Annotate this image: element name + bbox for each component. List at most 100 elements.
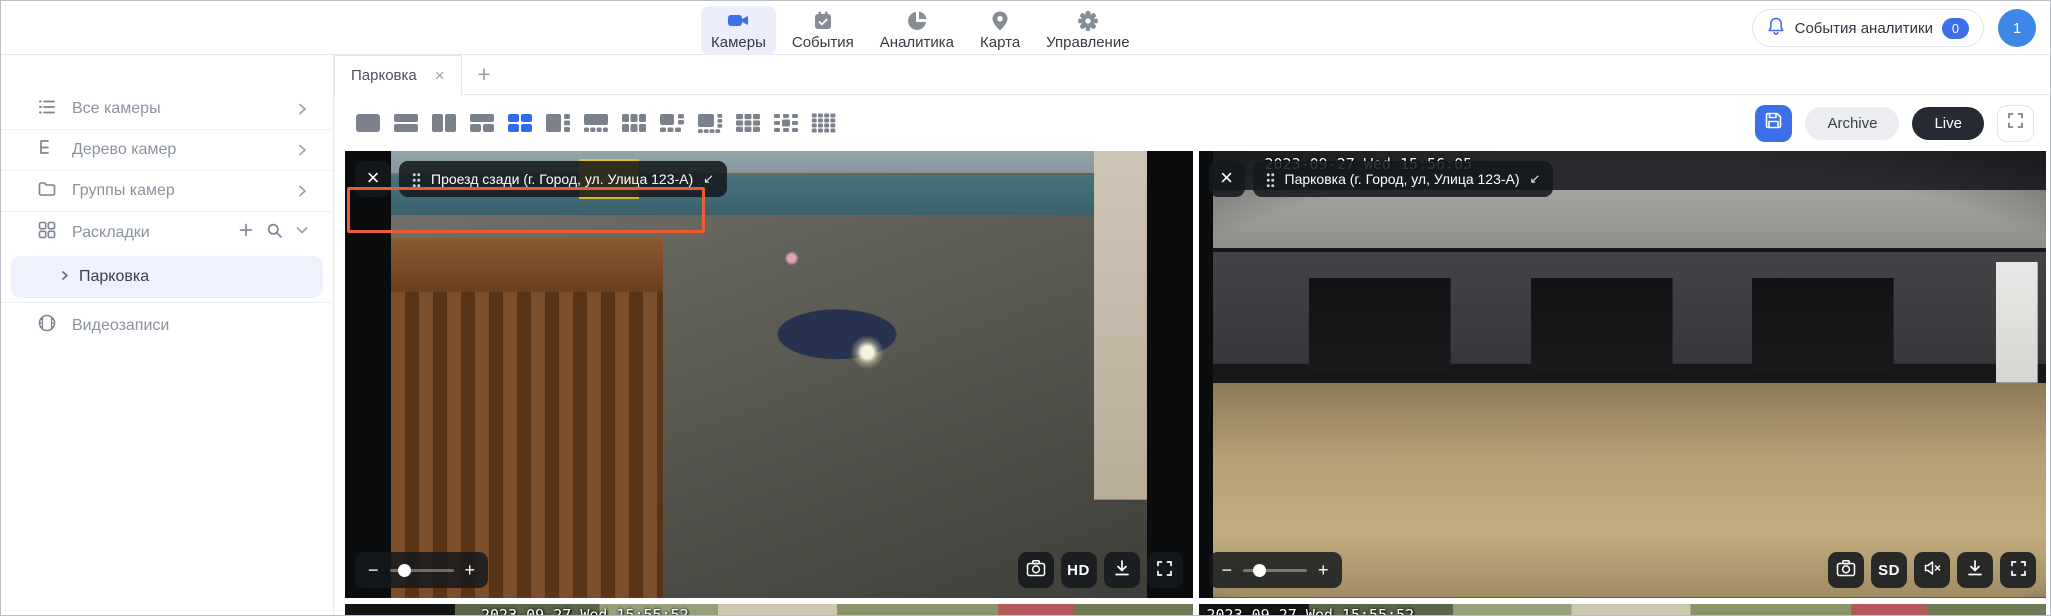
layout-3x2-icon[interactable] (621, 113, 647, 133)
snapshot-button[interactable] (1828, 552, 1864, 588)
sidebar-item-camera-tree[interactable]: Дерево камер (1, 130, 333, 171)
archive-mode-button[interactable]: Archive (1805, 107, 1899, 140)
camera-tile-bottom-right[interactable]: 2023-09-27 Wed 15:55:52 (1199, 604, 2047, 615)
zoom-slider[interactable] (1243, 569, 1307, 572)
header-right-cluster: События аналитики 0 1 (1752, 9, 2036, 47)
events-count-badge: 0 (1942, 18, 1969, 39)
camera-controls: SD (1828, 552, 2036, 588)
zoom-slider[interactable] (390, 569, 454, 572)
map-pin-icon (989, 10, 1011, 32)
fullscreen-icon (2007, 112, 2024, 134)
download-button[interactable] (1957, 552, 1993, 588)
layout-1-plus-8-icon[interactable] (773, 113, 799, 133)
list-icon (37, 97, 57, 122)
nav-label: Карта (980, 34, 1020, 51)
analytics-events-button[interactable]: События аналитики 0 (1752, 9, 1984, 47)
zoom-out-button[interactable]: − (368, 561, 379, 579)
sidebar-item-all-cameras[interactable]: Все камеры (1, 89, 333, 130)
nav-label: Камеры (711, 34, 766, 51)
chevron-right-icon (295, 102, 309, 116)
nav-item-events[interactable]: События (782, 6, 864, 55)
sidebar-item-label: Группы камер (72, 182, 280, 200)
top-header: Камеры События Аналитика Карта (1, 1, 2050, 55)
save-floppy-icon (1764, 111, 1783, 135)
sidebar-item-camera-groups[interactable]: Группы камер (1, 171, 333, 212)
add-tab-button[interactable]: + (462, 55, 506, 94)
bell-icon (1766, 16, 1786, 40)
sidebar-item-layout-parking[interactable]: Парковка (11, 256, 323, 298)
pie-chart-icon (906, 10, 928, 32)
gear-icon (1077, 10, 1099, 32)
nav-label: Управление (1046, 34, 1129, 51)
tab-close-icon[interactable]: × (435, 67, 445, 84)
tile-fullscreen-button[interactable] (1147, 552, 1183, 588)
chevron-right-icon (295, 184, 309, 198)
sidebar-item-layouts[interactable]: Раскладки (1, 212, 333, 253)
main-panel: Парковка × + (334, 55, 2050, 615)
camera-controls: HD (1018, 552, 1183, 588)
layout-presets (355, 113, 837, 133)
layout-1x1-icon[interactable] (355, 113, 381, 133)
save-layout-button[interactable] (1755, 105, 1792, 142)
snapshot-camera-icon (1836, 559, 1856, 581)
camera-feed-image (391, 151, 1147, 598)
sidebar: Все камеры Дерево камер Группы камер (1, 55, 334, 615)
layout-4x4-icon[interactable] (811, 113, 837, 133)
layout-1-plus-4-icon[interactable] (583, 113, 609, 133)
video-camera-icon (725, 10, 751, 32)
user-avatar[interactable]: 1 (1998, 9, 2036, 47)
sidebar-item-label: Парковка (79, 268, 149, 286)
layout-1-plus-2-icon[interactable] (469, 113, 495, 133)
snapshot-button[interactable] (1018, 552, 1054, 588)
quality-toggle-button[interactable]: HD (1061, 552, 1097, 588)
tree-icon (37, 138, 57, 163)
live-mode-button[interactable]: Live (1912, 107, 1984, 140)
fullscreen-icon (2010, 560, 2027, 581)
camera-close-button[interactable]: × (1209, 161, 1245, 197)
camera-title: Проезд сзади (г. Город, ул. Улица 123-А) (431, 171, 693, 187)
layout-toolbar: Archive Live (334, 95, 2050, 151)
nav-item-map[interactable]: Карта (970, 6, 1030, 55)
chevron-right-icon (295, 143, 309, 157)
nav-item-management[interactable]: Управление (1036, 6, 1139, 55)
app-body: Все камеры Дерево камер Группы камер (1, 55, 2050, 615)
sidebar-item-video-records[interactable]: Видеозаписи (1, 302, 333, 348)
quality-toggle-button[interactable]: SD (1871, 552, 1907, 588)
tab-label: Парковка (351, 67, 417, 84)
add-layout-icon[interactable] (238, 222, 254, 243)
download-button[interactable] (1104, 552, 1140, 588)
layout-2x2-icon[interactable] (507, 113, 533, 133)
chevron-down-icon[interactable] (295, 223, 309, 242)
zoom-out-button[interactable]: − (1222, 561, 1233, 579)
chevron-right-small-icon (59, 268, 70, 286)
grid-fullscreen-button[interactable] (1997, 105, 2034, 142)
camera-tile-rear-passage[interactable]: × Проезд сзади (г. Город, ул. Улица 123-… (345, 151, 1193, 598)
layout-2-cols-icon[interactable] (431, 113, 457, 133)
search-icon[interactable] (266, 222, 283, 244)
tab-strip: Парковка × + (334, 55, 2050, 95)
camera-feed-image (345, 604, 1193, 615)
camera-tile-parking[interactable]: 2023-09-27 Wed 15:56:05 × Парковка (г. Г… (1199, 151, 2047, 598)
sidebar-item-label: Дерево камер (72, 141, 280, 159)
camera-close-button[interactable]: × (355, 161, 391, 197)
layout-1-plus-5-icon[interactable] (659, 113, 685, 133)
nav-item-analytics[interactable]: Аналитика (870, 6, 964, 55)
nav-item-cameras[interactable]: Камеры (701, 6, 776, 55)
film-reel-icon (37, 313, 57, 338)
layout-1-plus-3-icon[interactable] (545, 113, 571, 133)
layout-2-rows-icon[interactable] (393, 113, 419, 133)
drag-handle-icon (1266, 171, 1275, 187)
tab-parking[interactable]: Парковка × (334, 55, 462, 95)
toolbar-right: Archive Live (1755, 105, 2034, 142)
layout-1-plus-7-icon[interactable] (697, 113, 723, 133)
camera-title-bar[interactable]: Проезд сзади (г. Город, ул. Улица 123-А)… (399, 161, 727, 197)
zoom-slider-knob[interactable] (398, 564, 411, 577)
camera-title-bar[interactable]: Парковка (г. Город, ул, Улица 123-А) ↙ (1253, 161, 1554, 197)
layout-3x3-icon[interactable] (735, 113, 761, 133)
tile-fullscreen-button[interactable] (2000, 552, 2036, 588)
mute-button[interactable] (1914, 552, 1950, 588)
zoom-in-button[interactable]: + (465, 561, 476, 579)
zoom-in-button[interactable]: + (1318, 561, 1329, 579)
zoom-slider-knob[interactable] (1253, 564, 1266, 577)
camera-tile-bottom-left[interactable]: 2023-09-27 Wed 15:55:52 (345, 604, 1193, 615)
